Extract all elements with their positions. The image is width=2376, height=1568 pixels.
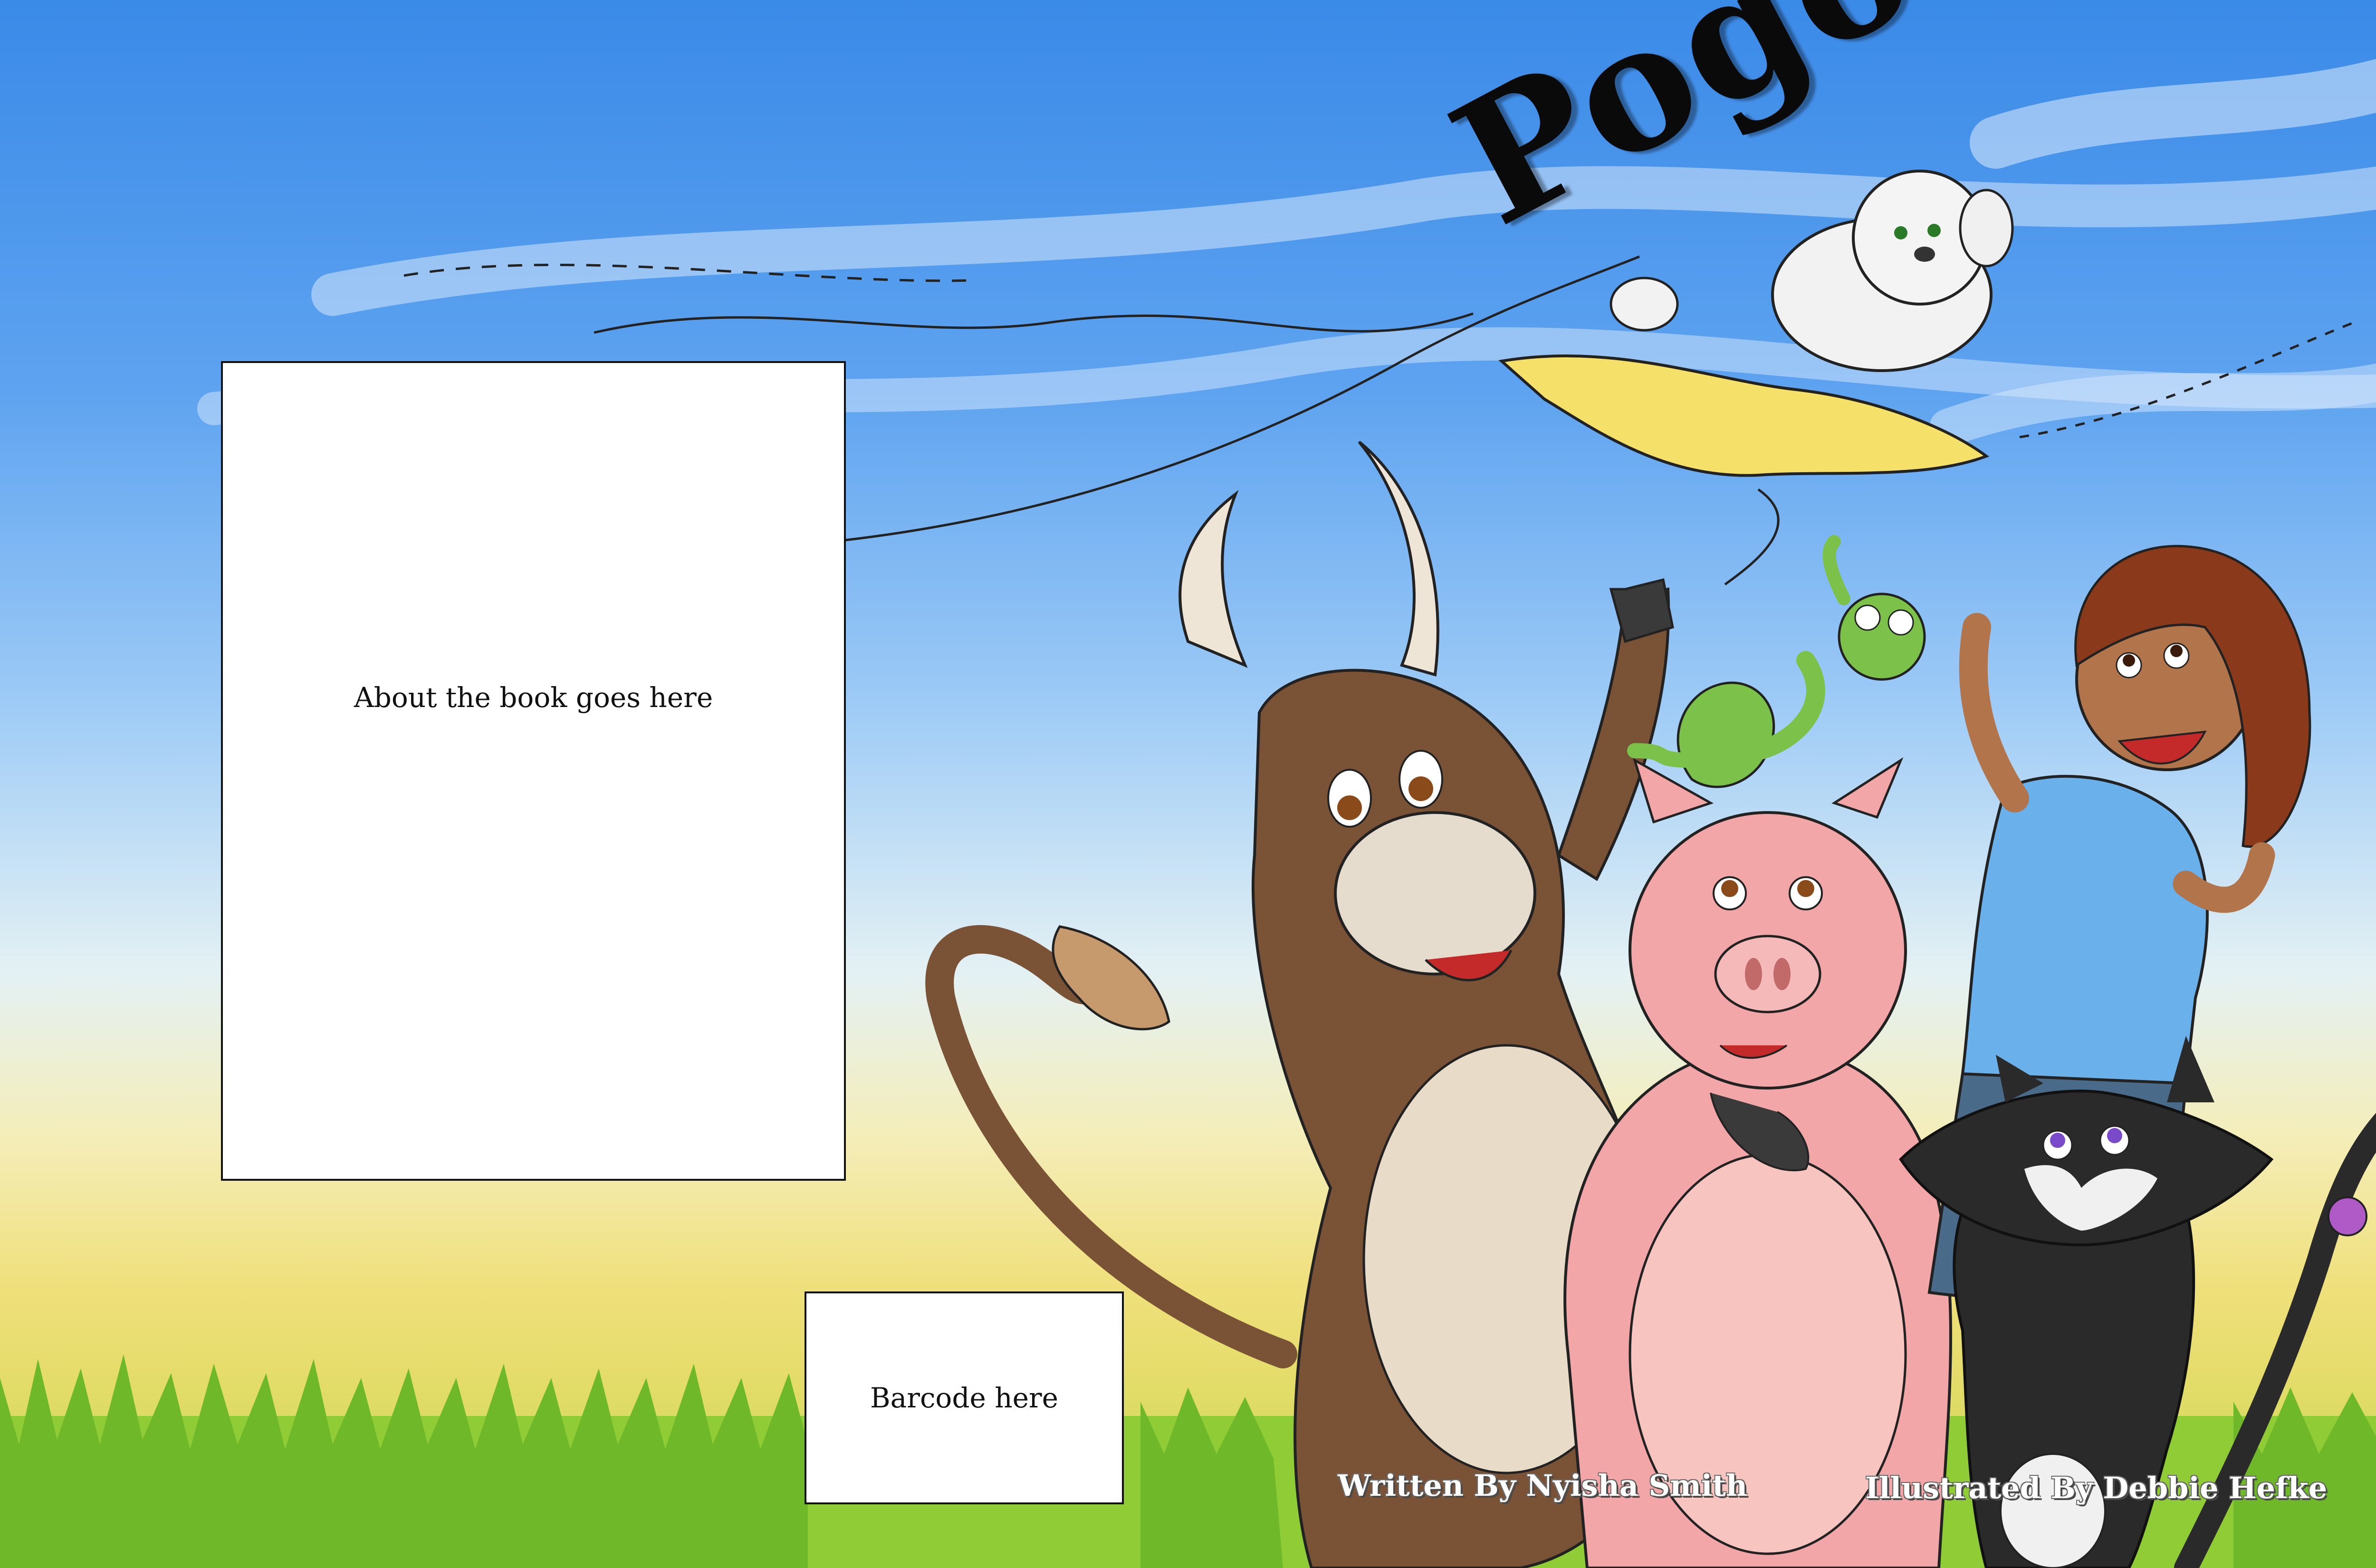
author-credit: Written By Nyisha Smith (1338, 1468, 1748, 1503)
book-cover: Pogo About the book goes here Barcode he… (0, 0, 2376, 1568)
about-book-placeholder: About the book goes here (221, 361, 846, 1181)
barcode-placeholder: Barcode here (805, 1291, 1124, 1504)
about-book-text: About the book goes here (354, 681, 713, 714)
pig (1563, 757, 1952, 1568)
illustrator-credit: Illustrated By Debbie Hefke (1865, 1471, 2328, 1505)
barcode-text: Barcode here (870, 1382, 1058, 1414)
frog (1627, 535, 1926, 788)
